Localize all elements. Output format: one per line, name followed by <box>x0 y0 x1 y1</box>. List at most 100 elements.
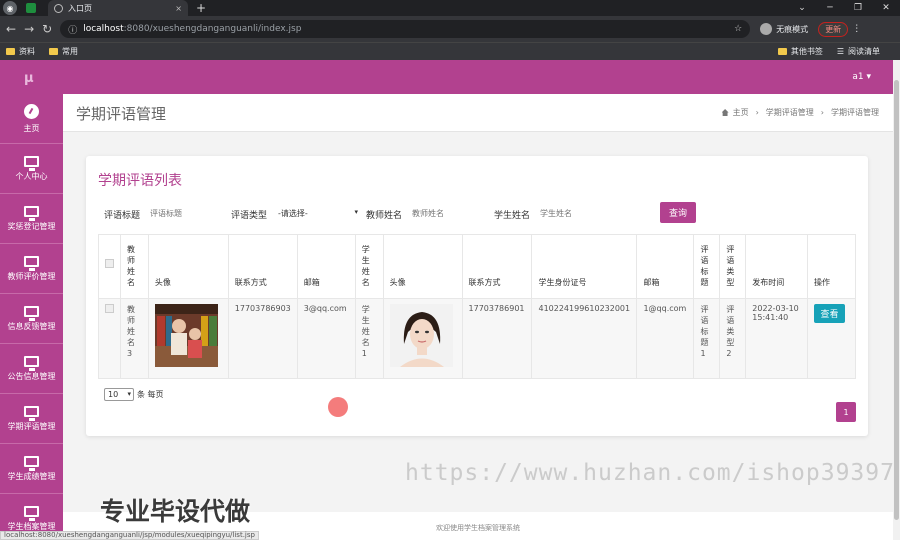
monitor-icon <box>24 155 39 171</box>
student-name-input[interactable] <box>536 204 614 222</box>
sidebar-item-label: 公告信息管理 <box>7 371 56 381</box>
monitor-icon <box>24 505 39 521</box>
breadcrumb-current: 学期评语管理 <box>831 108 879 117</box>
scrollbar-thumb[interactable] <box>894 80 899 520</box>
pagination-page-1[interactable]: 1 <box>836 402 856 422</box>
list-title: 学期评语列表 <box>98 173 182 189</box>
column-header[interactable]: 联系方式 <box>227 234 298 299</box>
close-window-icon[interactable]: ✕ <box>872 0 900 16</box>
column-header[interactable]: 评语标题 <box>700 244 710 288</box>
teacher-avatar-image <box>154 304 218 367</box>
sidebar-item-label: 学生档案管理 <box>7 521 56 531</box>
column-header[interactable]: 联系方式 <box>461 234 533 299</box>
reading-list[interactable]: ☰ 阅读清单 <box>837 46 880 57</box>
sidebar-item-teacher-evaluation[interactable]: 教师评价管理 <box>0 244 63 294</box>
incognito-label: 无痕模式 <box>776 24 809 34</box>
back-icon[interactable]: ← <box>6 22 16 36</box>
user-menu[interactable]: a1 ▾ <box>852 72 871 82</box>
chevron-down-icon: ▾ <box>127 390 131 398</box>
column-header[interactable]: 邮箱 <box>296 234 356 299</box>
update-button[interactable]: 更新 <box>818 21 849 37</box>
publish-time-cell: 2022-03-10 15:41:40 <box>745 298 808 379</box>
restore-icon[interactable]: ❐ <box>844 0 872 16</box>
teacher-name-input[interactable] <box>408 204 486 222</box>
column-header[interactable]: 学生身份证号 <box>531 234 638 299</box>
sidebar-item-feedback[interactable]: 信息反馈管理 <box>0 294 63 344</box>
sidebar-item-reward-punishment[interactable]: 奖惩登记管理 <box>0 194 63 244</box>
star-icon[interactable]: ☆ <box>734 24 742 34</box>
watermark-text: https://www.huzhan.com/ishop39397 <box>405 460 895 486</box>
row-checkbox[interactable] <box>105 304 114 313</box>
breadcrumb-home[interactable]: 主页 <box>733 107 749 118</box>
bookmark-folder-1[interactable]: 常用 <box>49 46 78 57</box>
monitor-icon <box>24 205 39 221</box>
sidebar-item-semester-comments[interactable]: 学期评语管理 <box>0 394 63 444</box>
sidebar-item-student-grades[interactable]: 学生成绩管理 <box>0 444 63 494</box>
page-size-select[interactable]: 10 ▾ <box>104 388 134 401</box>
sidebar-item-home[interactable]: 主页 <box>0 94 63 144</box>
column-header[interactable]: 学生姓名 <box>362 244 372 288</box>
view-button[interactable]: 查看 <box>813 304 845 323</box>
bookmark-label: 其他书签 <box>790 47 823 56</box>
spreadsheet-tab-icon[interactable] <box>26 3 36 13</box>
comments-table: 教师姓名 头像 联系方式 邮箱 学生姓名 头像 联系方式 学生身份证号 邮箱 评… <box>98 234 857 379</box>
column-header[interactable]: 教师姓名 <box>127 244 137 288</box>
teacher-name-label: 教师姓名 <box>366 211 403 221</box>
column-header[interactable]: 头像 <box>382 234 463 299</box>
teacher-email-cell: 3@qq.com <box>296 298 356 379</box>
action-cell: 查看 <box>806 298 857 379</box>
search-filters: 评语标题 评语类型 -请选择- ▾ 教师姓名 学生姓名 查询 <box>104 202 864 224</box>
monitor-icon <box>24 305 39 321</box>
comment-title-input[interactable] <box>146 204 224 222</box>
comment-title-label: 评语标题 <box>104 211 141 221</box>
browser-tab-active[interactable]: 入口页 × <box>48 0 188 16</box>
sidebar-item-label: 信息反馈管理 <box>7 321 56 331</box>
sidebar-item-announcements[interactable]: 公告信息管理 <box>0 344 63 394</box>
new-tab-icon[interactable]: + <box>196 0 206 16</box>
reading-list-icon: ☰ <box>836 47 844 56</box>
incognito-icon <box>760 23 773 35</box>
status-bar-url: localhost:8080/xueshengdanganguanli/jsp/… <box>0 531 259 540</box>
sidebar-item-personal-center[interactable]: 个人中心 <box>0 144 63 194</box>
bookmark-folder-0[interactable]: 资料 <box>6 46 35 57</box>
list-card: 学期评语列表 评语标题 评语类型 -请选择- ▾ 教师姓名 学生姓名 查询 教师… <box>86 156 868 436</box>
comment-type-value: -请选择- <box>278 208 308 218</box>
student-name-label: 学生姓名 <box>494 211 531 221</box>
row-select-cell <box>98 298 121 379</box>
minimize-icon[interactable]: ─ <box>816 0 844 16</box>
teacher-name-cell: 教师姓名3 <box>127 305 135 358</box>
url-host: localhost <box>83 24 124 34</box>
column-header[interactable]: 邮箱 <box>636 234 695 299</box>
comment-type-select[interactable]: -请选择- ▾ <box>274 205 360 221</box>
url-input[interactable]: ⓘ localhost :8080/xueshengdanganguanli/i… <box>60 20 751 38</box>
sidebar-item-label: 个人中心 <box>15 171 48 181</box>
column-header[interactable]: 评语类型 <box>726 244 736 288</box>
breadcrumb-separator: › <box>755 108 759 117</box>
home-icon <box>721 109 729 116</box>
breadcrumb-module[interactable]: 学期评语管理 <box>766 107 814 118</box>
close-tab-icon[interactable]: × <box>175 4 182 13</box>
page-header: 学期评语管理 主页 › 学期评语管理 › 学期评语管理 <box>63 94 893 132</box>
chevron-down-icon[interactable]: ⌄ <box>788 0 816 16</box>
chrome-menu-icon[interactable]: ◉ <box>3 1 17 15</box>
column-header[interactable]: 头像 <box>147 234 229 299</box>
folder-icon <box>777 48 787 55</box>
monitor-icon <box>24 455 39 471</box>
breadcrumb-separator: › <box>820 108 824 117</box>
reload-icon[interactable]: ↻ <box>42 22 52 36</box>
comment-type-cell: 评语类型2 <box>726 305 735 358</box>
page-size-value: 10 <box>108 390 119 399</box>
select-all-checkbox[interactable] <box>105 258 114 268</box>
student-avatar-cell <box>382 298 463 379</box>
incognito-indicator[interactable]: 无痕模式 <box>760 23 808 35</box>
other-bookmarks[interactable]: 其他书签 <box>777 46 823 57</box>
info-icon[interactable]: ⓘ <box>68 23 77 36</box>
forward-icon[interactable]: → <box>24 22 34 36</box>
kebab-menu-icon[interactable]: ⋮ <box>852 24 861 34</box>
search-button[interactable]: 查询 <box>660 202 696 223</box>
column-header[interactable]: 发布时间 <box>745 234 808 299</box>
window-controls: ⌄ ─ ❐ ✕ <box>788 0 900 16</box>
monitor-icon <box>24 355 39 371</box>
sidebar: 主页 个人中心 奖惩登记管理 教师评价管理 信息反馈管理 公告信息管理 学期评语… <box>0 94 63 540</box>
address-bar: ← → ↻ ⓘ localhost :8080/xueshengdangangu… <box>0 16 900 42</box>
